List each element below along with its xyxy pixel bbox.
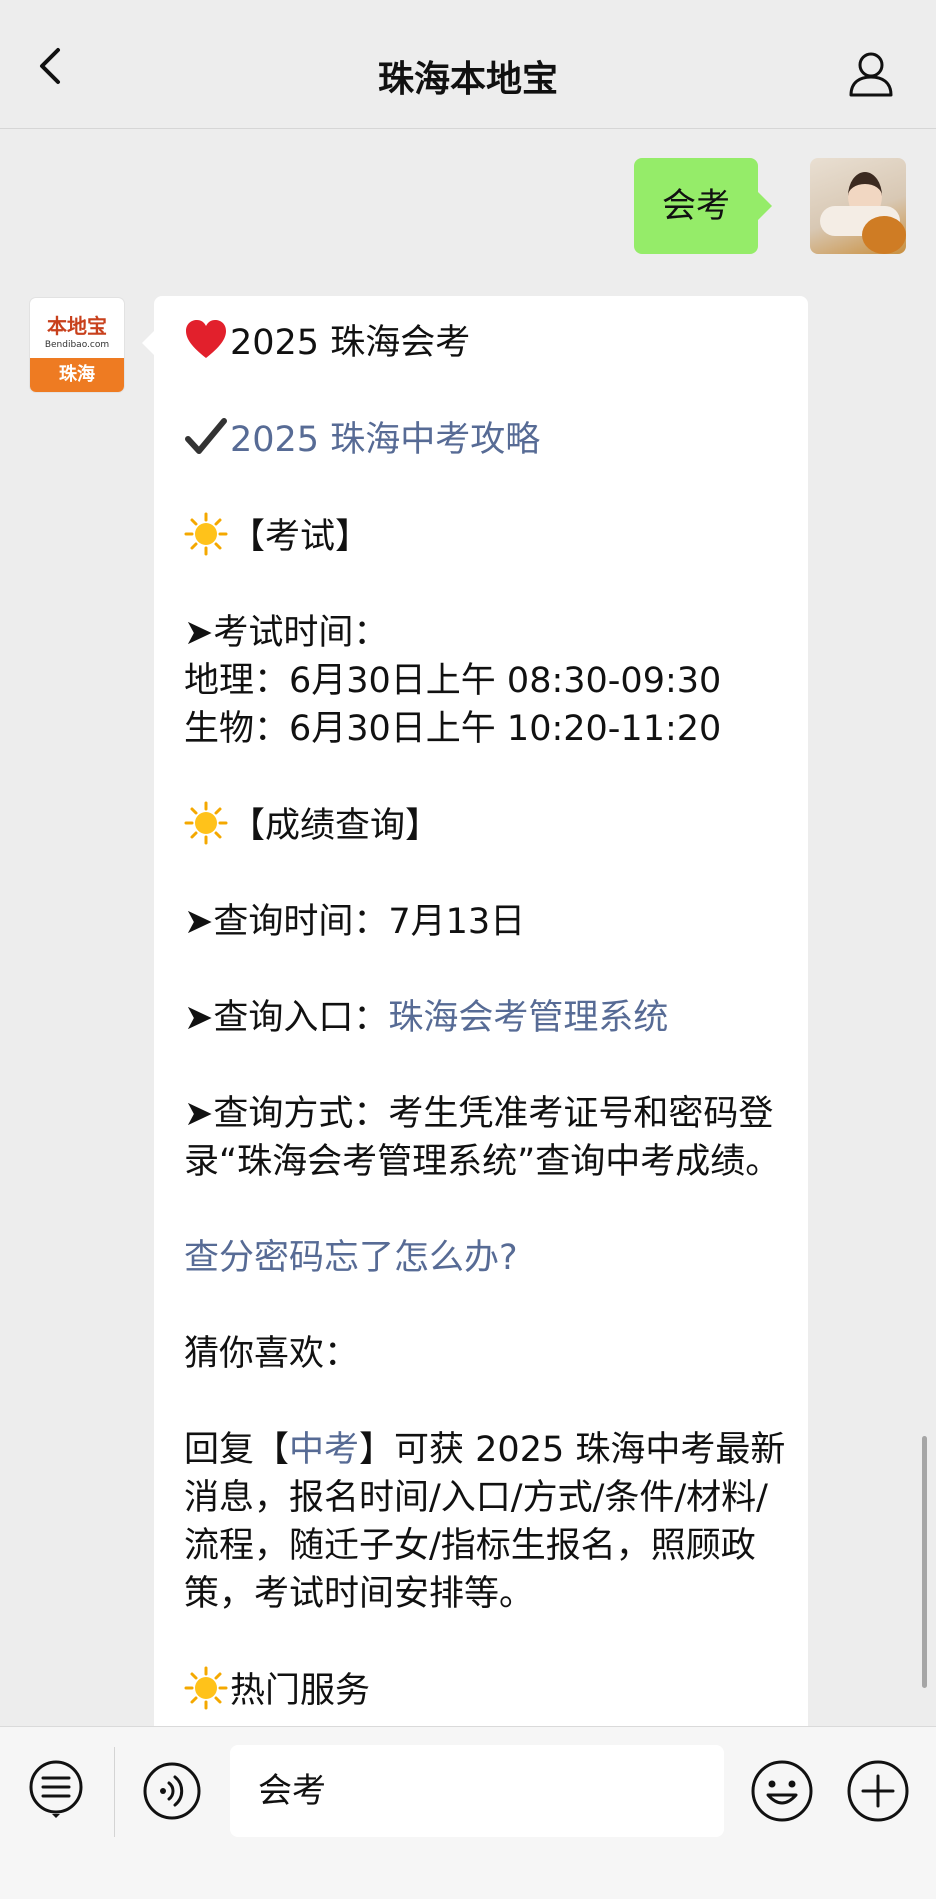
exam-time-label: ➤考试时间： [184,613,389,653]
query-entry-label: ➤查询入口： [184,998,389,1038]
reply-keyword-link[interactable]: 中考 [289,1430,359,1470]
query-time: ➤查询时间：7月13日 [184,902,526,942]
forgot-password-link[interactable]: 查分密码忘了怎么办? [184,1234,794,1282]
account-avatar[interactable]: 本地宝 Bendibao.com 珠海 [30,298,124,392]
input-bar: 会考 [0,1726,936,1899]
guide-link[interactable]: 2025 珠海中考攻略 [230,420,540,460]
sun-icon [184,1666,228,1710]
reply-title-line: 2025 珠海会考 [184,318,794,367]
plus-icon[interactable] [846,1759,910,1823]
reply-message-bubble[interactable]: 2025 珠海会考 2025 珠海中考攻略 【考试】 ➤考试时间： 地理：6月3… [154,296,808,1746]
sent-message-bubble[interactable]: 会考 [634,158,772,254]
menu-list-icon[interactable] [26,1759,86,1819]
reply-hint: 回复【中考】可获 2025 珠海中考最新消息，报名时间/入口/方式/条件/材料/… [184,1426,794,1618]
avatar-city: 珠海 [30,358,124,392]
hot-section-line: 热门服务 [184,1666,794,1715]
section-score: 【成绩查询】 [230,806,441,846]
avatar-brand: 本地宝 [47,314,107,338]
sun-icon [184,512,228,556]
section-exam: 【考试】 [230,517,371,557]
user-icon[interactable] [848,50,894,98]
biology-time: 生物：6月30日上午 10:20-11:20 [184,709,722,749]
message-input[interactable]: 会考 [230,1745,724,1837]
guide-line: 2025 珠海中考攻略 [184,415,794,464]
score-section-line: 【成绩查询】 [184,801,794,850]
query-entry-line: ➤查询入口：珠海会考管理系统 [184,994,794,1042]
query-method: ➤查询方式：考生凭准考证号和密码登录“珠海会考管理系统”查询中考成绩。 [184,1094,781,1182]
chat-title: 珠海本地宝 [377,59,558,100]
heart-icon [186,320,226,358]
sun-icon [184,801,228,845]
check-icon [185,418,227,454]
reply-title: 2025 珠海会考 [230,323,471,363]
voice-icon[interactable] [142,1761,202,1821]
exam-section-line: 【考试】 [184,512,794,561]
scrollbar[interactable] [922,1436,927,1688]
query-entry-link[interactable]: 珠海会考管理系统 [388,998,668,1038]
reply-prefix: 回复【 [184,1430,290,1470]
avatar-site: Bendibao.com [44,340,110,350]
chat-header: 珠海本地宝 [0,0,936,129]
guess-like: 猜你喜欢： [184,1334,360,1374]
my-avatar[interactable] [810,158,906,254]
emoji-icon[interactable] [750,1759,814,1823]
input-divider [114,1747,115,1837]
section-hot: 热门服务 [230,1671,371,1711]
geography-time: 地理：6月30日上午 08:30-09:30 [184,661,722,701]
